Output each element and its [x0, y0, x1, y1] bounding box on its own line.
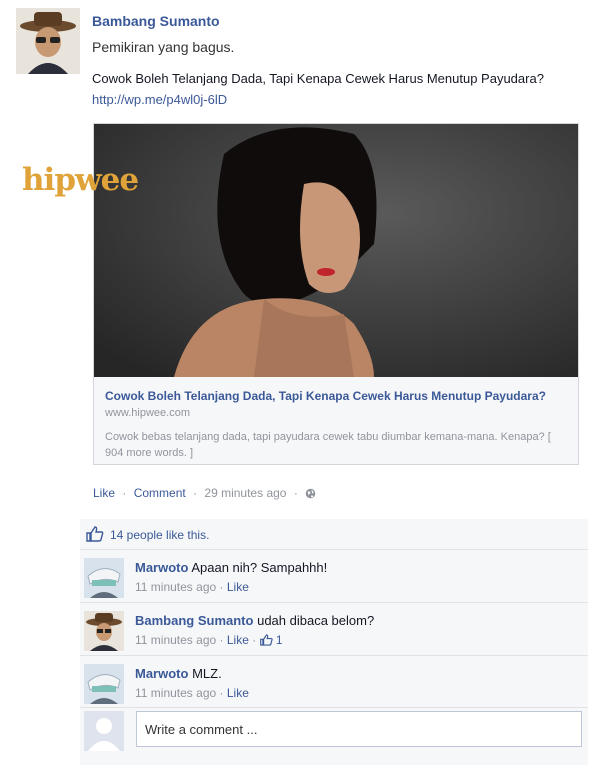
link-preview-domain: www.hipwee.com: [105, 407, 190, 419]
comment-body: Marwoto MLZ.: [135, 666, 222, 681]
link-preview-image[interactable]: [94, 124, 578, 377]
comment-like-number: 1: [275, 633, 283, 647]
commenter-name[interactable]: Bambang Sumanto: [135, 613, 253, 628]
comment-meta: 11 minutes ago · Like: [135, 580, 249, 594]
comment-like-link[interactable]: Like: [227, 686, 249, 700]
commenter-name[interactable]: Marwoto: [135, 560, 188, 575]
shared-link[interactable]: http://wp.me/p4wl0j-6lD: [92, 92, 227, 107]
comment-text: Apaan nih? Sampahhh!: [191, 560, 328, 575]
likes-summary-row: 14 people like this.: [80, 519, 588, 549]
link-preview-description: Cowok bebas telanjang dada, tapi payudar…: [105, 431, 551, 459]
avatar-photo: [16, 8, 80, 74]
separator: ·: [252, 633, 257, 647]
post-actions: Like · Comment · 29 minutes ago ·: [93, 486, 316, 502]
divider: [80, 707, 588, 708]
commenter-avatar[interactable]: [84, 664, 124, 704]
comment-text: udah dibaca belom?: [257, 613, 375, 628]
comment-timestamp[interactable]: 11 minutes ago: [135, 580, 216, 594]
comment-body: Marwoto Apaan nih? Sampahhh!: [135, 560, 327, 575]
current-user-avatar: [84, 711, 124, 751]
comment-body: Bambang Sumanto udah dibaca belom?: [135, 613, 374, 628]
globe-icon[interactable]: [305, 488, 316, 502]
hipwee-watermark-logo: hipwee: [22, 162, 139, 198]
comment-like-link[interactable]: Like: [227, 580, 249, 594]
author-avatar[interactable]: [16, 8, 80, 74]
likes-summary-text[interactable]: 14 people like this.: [110, 528, 209, 542]
separator: ·: [219, 580, 224, 594]
comment-meta: 11 minutes ago · Like: [135, 686, 249, 700]
thumbs-up-icon: [86, 526, 104, 545]
post-author-name[interactable]: Bambang Sumanto: [92, 13, 220, 29]
comment-row: Bambang Sumanto udah dibaca belom? 11 mi…: [80, 602, 588, 655]
comment-text: MLZ.: [192, 666, 222, 681]
portrait-photo: [94, 124, 578, 377]
comment-meta: 11 minutes ago · Like · 1: [135, 633, 283, 649]
separator: ·: [219, 633, 224, 647]
commenter-avatar[interactable]: [84, 558, 124, 598]
like-link[interactable]: Like: [93, 486, 115, 500]
separator: ·: [122, 486, 127, 500]
commenter-avatar[interactable]: [84, 611, 124, 651]
comment-row: Marwoto MLZ. 11 minutes ago · Like: [80, 655, 588, 708]
separator: ·: [219, 686, 224, 700]
link-preview-title[interactable]: Cowok Boleh Telanjang Dada, Tapi Kenapa …: [105, 389, 565, 403]
comment-like-count[interactable]: 1: [259, 633, 283, 649]
comment-like-link[interactable]: Like: [227, 633, 249, 647]
thumbs-up-icon: [259, 634, 273, 649]
separator: ·: [193, 486, 198, 500]
comment-row: Marwoto Apaan nih? Sampahhh! 11 minutes …: [80, 549, 588, 602]
post-status-text: Pemikiran yang bagus.: [92, 39, 235, 55]
separator: ·: [293, 486, 298, 500]
comment-link[interactable]: Comment: [134, 486, 186, 500]
comments-panel: 14 people like this. Marwoto Apaan nih? …: [80, 519, 588, 765]
link-preview-card[interactable]: Cowok Boleh Telanjang Dada, Tapi Kenapa …: [93, 123, 579, 465]
comment-timestamp[interactable]: 11 minutes ago: [135, 633, 216, 647]
comment-timestamp[interactable]: 11 minutes ago: [135, 686, 216, 700]
post-shared-text: Cowok Boleh Telanjang Dada, Tapi Kenapa …: [92, 68, 562, 110]
shared-text-body: Cowok Boleh Telanjang Dada, Tapi Kenapa …: [92, 71, 544, 86]
comment-input[interactable]: [143, 713, 567, 745]
commenter-name[interactable]: Marwoto: [135, 666, 188, 681]
post-timestamp[interactable]: 29 minutes ago: [204, 486, 286, 500]
comment-input-box[interactable]: [136, 711, 582, 747]
